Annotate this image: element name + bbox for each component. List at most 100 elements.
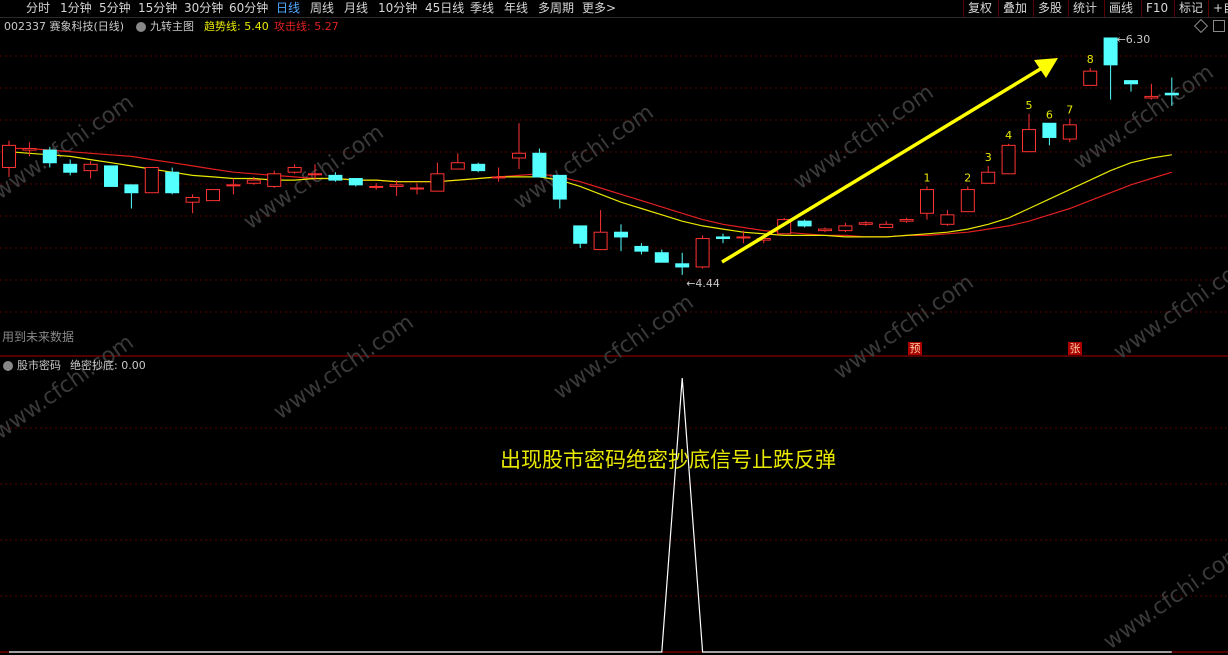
period-tab-5[interactable]: 60分钟 (229, 0, 268, 17)
candle-body-57 (1164, 92, 1179, 96)
candle-body-2 (42, 149, 57, 164)
future-data-warning: 用到未来数据 (2, 330, 75, 344)
watermark-10: www.cfchi.com (1099, 540, 1228, 655)
nine-count-1: 1 (924, 171, 931, 184)
candle-body-21 (430, 173, 445, 192)
period-tab-8[interactable]: 月线 (344, 0, 368, 17)
close-icon[interactable] (1213, 20, 1225, 32)
candle-body-29 (593, 231, 608, 251)
candle-body-35 (716, 236, 730, 240)
candle-body-16 (328, 174, 343, 181)
marker-0: 预 (910, 342, 921, 355)
candle-body-44 (899, 219, 914, 222)
toolbar-button-6[interactable]: 标记 (1174, 0, 1207, 17)
candle-body-36 (736, 236, 751, 239)
toolbar-button-3[interactable]: 统计 (1068, 0, 1101, 17)
candle-body-7 (144, 166, 159, 194)
candle-body-53 (1083, 70, 1098, 86)
candle-body-20 (410, 187, 424, 190)
watermark-8: www.cfchi.com (829, 270, 978, 385)
nine-count-5: 5 (1026, 99, 1033, 112)
candle-body-50 (1022, 129, 1036, 153)
nine-count-3: 3 (985, 151, 992, 164)
candle-body-31 (634, 245, 649, 252)
period-tab-13[interactable]: 多周期 (538, 0, 574, 17)
candle-body-52 (1062, 124, 1077, 140)
trend-arrow-shaft (721, 66, 1043, 264)
candle-body-24 (491, 176, 506, 179)
candle-body-46 (940, 214, 955, 225)
candle-body-15 (308, 173, 322, 176)
candle-body-3 (63, 163, 78, 173)
candle-body-9 (185, 196, 200, 203)
watermark-7: www.cfchi.com (549, 290, 698, 405)
candle-body-12 (246, 179, 261, 184)
candle-body-26 (532, 152, 547, 178)
candle-body-11 (226, 184, 241, 187)
candle-body-6 (124, 184, 139, 194)
candle-body-55 (1124, 80, 1138, 85)
toolbar-button-1[interactable]: 叠加 (998, 0, 1031, 17)
candle-body-51 (1042, 122, 1057, 138)
watermark-0: www.cfchi.com (0, 90, 139, 205)
watermark-1: www.cfchi.com (239, 120, 388, 235)
attack-line-label: 攻击线: 5.27 (274, 20, 339, 33)
period-tab-11[interactable]: 季线 (470, 0, 494, 17)
candle-body-43 (879, 223, 894, 228)
more-tools-button[interactable]: +自 (1208, 0, 1228, 17)
candle-body-49 (1001, 144, 1016, 175)
toolbar-button-5[interactable]: F10 (1141, 0, 1172, 17)
trend-arrow-head (1034, 58, 1058, 78)
nine-count-2: 2 (964, 171, 971, 184)
period-tab-14[interactable]: 更多> (582, 0, 616, 17)
period-tab-2[interactable]: 5分钟 (99, 0, 131, 17)
candle-body-56 (1144, 95, 1159, 99)
candle-body-48 (981, 171, 996, 184)
nine-count-6: 6 (1046, 108, 1053, 121)
sub-indicator-name[interactable]: 股市密码 (17, 358, 61, 374)
candle-body-27 (552, 174, 567, 200)
candle-body-22 (450, 162, 465, 170)
candle-body-13 (267, 173, 282, 187)
candle-body-18 (369, 185, 384, 188)
period-tab-12[interactable]: 年线 (504, 0, 528, 17)
candle-body-25 (512, 152, 526, 159)
candle-body-41 (838, 225, 853, 232)
high-price-label: ←6.30 (1117, 33, 1151, 46)
candle-body-4 (83, 163, 98, 172)
sub-indicator-settings-icon[interactable] (3, 361, 13, 371)
candle-body-0 (2, 144, 16, 168)
period-tab-0[interactable]: 分时 (26, 0, 50, 17)
period-tab-1[interactable]: 1分钟 (60, 0, 92, 17)
candle-body-8 (165, 171, 180, 194)
indicator-settings-icon[interactable] (136, 22, 146, 32)
signal-value-label: 绝密抄底: 0.00 (70, 359, 146, 372)
period-tab-7[interactable]: 周线 (310, 0, 334, 17)
watermark-2: www.cfchi.com (509, 100, 658, 215)
candle-body-10 (206, 189, 220, 202)
candle-body-32 (654, 252, 669, 263)
indicator-name[interactable]: 九转主图 (150, 19, 194, 35)
nine-count-7: 7 (1066, 104, 1073, 117)
candle-body-23 (471, 163, 486, 172)
toolbar-button-4[interactable]: 画线 (1104, 0, 1137, 17)
candle-body-42 (858, 222, 873, 225)
candle-body-39 (797, 220, 812, 227)
toolbar-button-0[interactable]: 复权 (963, 0, 996, 17)
candle-body-40 (818, 228, 832, 232)
period-tab-10[interactable]: 45日线 (425, 0, 464, 17)
period-tab-6[interactable]: 日线 (276, 0, 300, 17)
period-tab-4[interactable]: 30分钟 (184, 0, 223, 17)
candle-body-19 (389, 184, 404, 187)
candle-body-33 (675, 263, 690, 268)
nine-count-8: 8 (1087, 53, 1094, 66)
signal-line (9, 377, 1172, 653)
chart-canvas[interactable]: www.cfchi.com www.cfchi.com www.cfchi.com w… (0, 0, 1228, 655)
candle-body-14 (287, 166, 302, 173)
marker-1: 张 (1070, 342, 1081, 355)
nine-count-4: 4 (1005, 129, 1012, 142)
low-price-label: ←4.44 (686, 277, 720, 290)
period-tab-9[interactable]: 10分钟 (378, 0, 417, 17)
period-tab-3[interactable]: 15分钟 (138, 0, 177, 17)
toolbar-button-2[interactable]: 多股 (1033, 0, 1066, 17)
